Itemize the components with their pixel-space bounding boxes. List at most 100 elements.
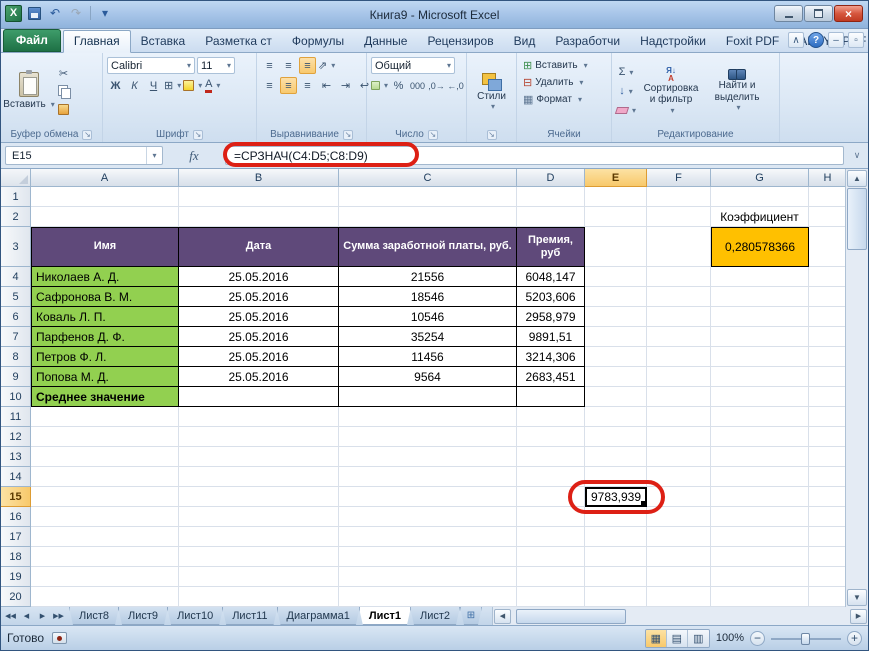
cell-G20[interactable] [711,587,809,607]
cell-C13[interactable] [339,447,517,467]
macro-record-icon[interactable] [52,632,67,644]
minimize-button[interactable] [774,5,803,22]
sheet-tab-лист9[interactable]: Лист9 [118,607,168,625]
cell-B2[interactable] [179,207,339,227]
cell-H5[interactable] [809,287,847,307]
zoom-slider[interactable] [771,631,841,646]
cell-D3[interactable]: Премия, руб [517,227,585,267]
cell-H12[interactable] [809,427,847,447]
cell-E7[interactable] [585,327,647,347]
cell-G9[interactable] [711,367,809,387]
qat-customize-button[interactable]: ▾ [96,4,114,22]
column-header-D[interactable]: D [517,169,585,187]
insert-function-button[interactable]: fx [169,146,219,165]
cell-C16[interactable] [339,507,517,527]
cell-E6[interactable] [585,307,647,327]
sheet-tab-лист11[interactable]: Лист11 [222,607,277,625]
cell-H8[interactable] [809,347,847,367]
cell-E14[interactable] [585,467,647,487]
help-icon[interactable]: ? [808,32,824,48]
workbook-restore-icon[interactable]: ▫ [848,32,864,48]
sheet-tab-лист10[interactable]: Лист10 [167,607,223,625]
restore-button[interactable] [804,5,833,22]
cell-H3[interactable] [809,227,847,267]
excel-app-icon[interactable]: X [5,5,22,22]
sheet-tab-лист2[interactable]: Лист2 [410,607,460,625]
cell-D2[interactable] [517,207,585,227]
cell-C15[interactable] [339,487,517,507]
increase-decimal-icon[interactable]: ,0→ [428,77,445,94]
cell-H10[interactable] [809,387,847,407]
cell-E10[interactable] [585,387,647,407]
cell-F7[interactable] [647,327,711,347]
cell-H18[interactable] [809,547,847,567]
cell-F13[interactable] [647,447,711,467]
cell-F8[interactable] [647,347,711,367]
cell-E18[interactable] [585,547,647,567]
cell-B18[interactable] [179,547,339,567]
cell-G17[interactable] [711,527,809,547]
cell-D17[interactable] [517,527,585,547]
cell-A1[interactable] [31,187,179,207]
cell-H19[interactable] [809,567,847,587]
cell-C8[interactable]: 11456 [339,347,517,367]
column-header-F[interactable]: F [647,169,711,187]
horizontal-scrollbar[interactable]: ◀ ▶ [492,607,868,625]
horizontal-scroll-track[interactable] [512,609,849,624]
dialog-launcher-icon[interactable]: ↘ [487,130,497,140]
row-header-18[interactable]: 18 [1,547,31,567]
cell-C19[interactable] [339,567,517,587]
align-middle-icon[interactable]: ≡ [280,57,297,74]
ribbon-tab-данные[interactable]: Данные [354,31,417,52]
cell-F10[interactable] [647,387,711,407]
cell-A2[interactable] [31,207,179,227]
italic-button[interactable]: К [126,77,143,94]
cell-E17[interactable] [585,527,647,547]
insert-cells-button[interactable]: ⊞Вставить▾ [521,57,607,74]
cell-C17[interactable] [339,527,517,547]
cell-A8[interactable]: Петров Ф. Л. [31,347,179,367]
cell-F11[interactable] [647,407,711,427]
cell-F15[interactable] [647,487,711,507]
cell-E16[interactable] [585,507,647,527]
cell-A4[interactable]: Николаев А. Д. [31,267,179,287]
column-header-B[interactable]: B [179,169,339,187]
cell-D13[interactable] [517,447,585,467]
cell-B3[interactable]: Дата [179,227,339,267]
cell-E2[interactable] [585,207,647,227]
cell-E8[interactable] [585,347,647,367]
workbook-minimize-icon[interactable]: – [828,32,844,48]
row-header-8[interactable]: 8 [1,347,31,367]
cell-C10[interactable] [339,387,517,407]
row-header-19[interactable]: 19 [1,567,31,587]
cell-F3[interactable] [647,227,711,267]
sort-filter-button[interactable]: Я↓А Сортировка и фильтр ▾ [638,57,704,125]
ribbon-tab-главная[interactable]: Главная [63,30,131,53]
cell-A11[interactable] [31,407,179,427]
cell-F19[interactable] [647,567,711,587]
cell-A13[interactable] [31,447,179,467]
cell-F5[interactable] [647,287,711,307]
ribbon-tab-foxit-pdf[interactable]: Foxit PDF [716,31,789,52]
row-header-4[interactable]: 4 [1,267,31,287]
cell-A5[interactable]: Сафронова В. М. [31,287,179,307]
cell-G5[interactable] [711,287,809,307]
sheet-tab-диаграмма1[interactable]: Диаграмма1 [277,607,360,625]
cell-E9[interactable] [585,367,647,387]
sheet-tab-лист8[interactable]: Лист8 [69,607,119,625]
copy-button[interactable] [55,83,72,100]
cell-H15[interactable] [809,487,847,507]
cell-A15[interactable] [31,487,179,507]
cell-G10[interactable] [711,387,809,407]
normal-view-icon[interactable]: ▦ [646,630,667,647]
cell-A12[interactable] [31,427,179,447]
cell-D8[interactable]: 3214,306 [517,347,585,367]
cell-G2[interactable]: Коэффициент [711,207,809,227]
increase-indent-icon[interactable]: ⇥ [337,77,354,94]
cell-C14[interactable] [339,467,517,487]
dialog-launcher-icon[interactable]: ↘ [428,130,438,140]
save-button[interactable] [25,4,43,22]
cell-B14[interactable] [179,467,339,487]
cell-D14[interactable] [517,467,585,487]
format-cells-button[interactable]: ▦Формат▾ [521,91,607,108]
